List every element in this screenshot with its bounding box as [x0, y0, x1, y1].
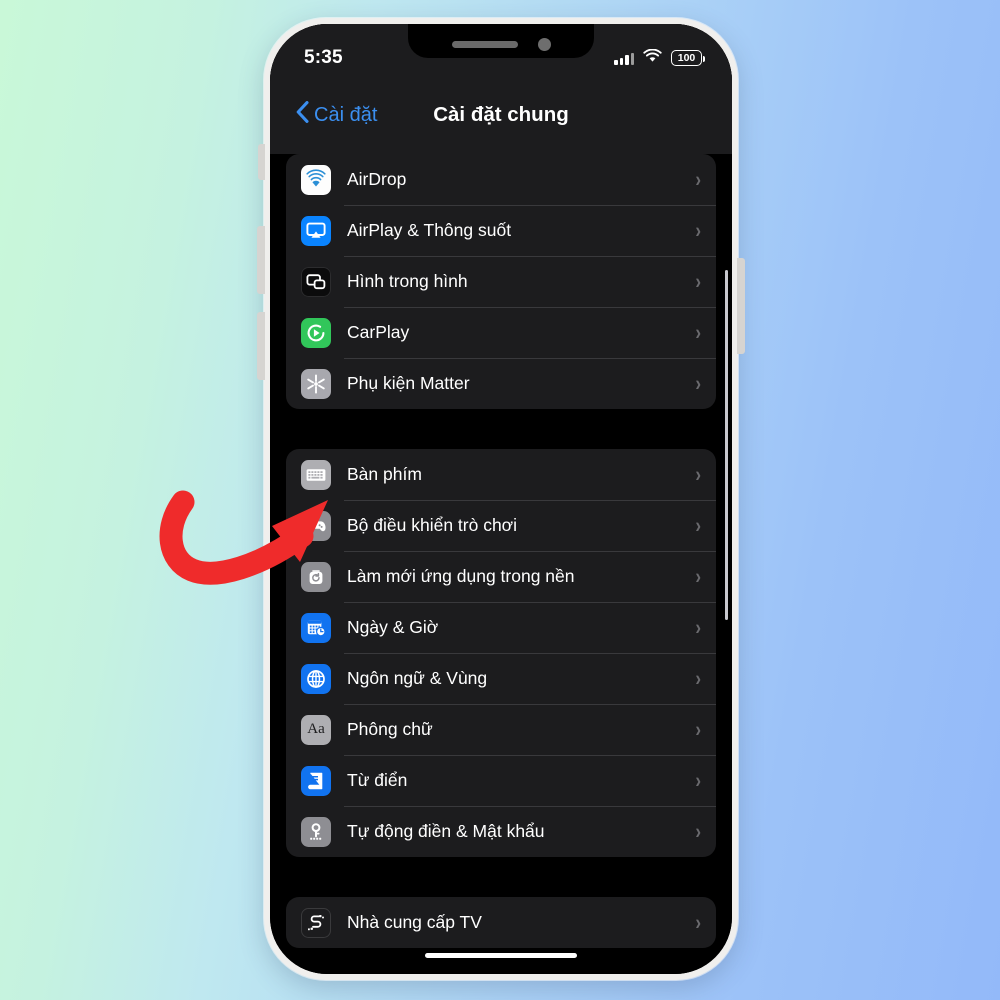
list-item-label: Bộ điều khiển trò chơi [347, 515, 518, 535]
list-item[interactable]: Hình trong hình › [286, 256, 716, 307]
volume-down-button[interactable] [257, 312, 265, 380]
list-item-label: Ngôn ngữ & Vùng [347, 668, 488, 688]
list-item-label: Nhà cung cấp TV [347, 912, 482, 932]
cellular-signal-icon [614, 52, 634, 65]
key-icon [301, 816, 331, 847]
battery-level: 100 [677, 51, 696, 64]
earpiece-speaker-icon [451, 40, 518, 48]
list-item-label: Ngày & Giờ [347, 617, 439, 637]
list-item[interactable]: Ngôn ngữ & Vùng › [286, 653, 716, 704]
settings-list[interactable]: AirDrop › AirPlay & Thông suốt › Hình tron… [270, 154, 732, 974]
list-item[interactable]: Nhà cung cấp TV › [286, 897, 716, 948]
status-time: 5:35 [304, 47, 343, 68]
list-item[interactable]: Bàn phím › [286, 449, 716, 500]
chevron-left-icon [296, 101, 309, 129]
list-item[interactable]: CarPlay › [286, 307, 716, 358]
list-item[interactable]: AirPlay & Thông suốt › [286, 205, 716, 256]
chevron-right-icon: › [695, 564, 701, 589]
background-refresh-icon [301, 561, 331, 592]
power-button[interactable] [737, 258, 745, 354]
group-system: Bàn phím › Bộ điều khiển trò chơi › Làm mớ… [286, 449, 716, 857]
notch [408, 24, 594, 58]
matter-icon [301, 368, 331, 399]
navigation-bar: Cài đặt Cài đặt chung [270, 76, 732, 154]
settings-groups: AirDrop › AirPlay & Thông suốt › Hình tron… [270, 154, 732, 948]
chevron-right-icon: › [695, 768, 701, 793]
chevron-right-icon: › [695, 371, 701, 396]
home-indicator[interactable] [425, 952, 577, 958]
silent-switch-button[interactable] [258, 144, 265, 180]
volume-up-button[interactable] [257, 226, 265, 294]
scrollbar[interactable] [724, 270, 728, 620]
carplay-icon [301, 317, 331, 348]
keyboard-icon [301, 459, 331, 490]
list-item-label: Từ điển [347, 770, 408, 790]
list-item-label: Phụ kiện Matter [347, 373, 470, 393]
list-item[interactable]: Phụ kiện Matter › [286, 358, 716, 409]
picture-in-picture-icon [301, 266, 331, 297]
chevron-right-icon: › [695, 910, 701, 935]
globe-icon [301, 663, 331, 694]
back-button-label: Cài đặt [314, 103, 378, 126]
status-icons: 100 [614, 48, 706, 68]
list-item[interactable]: AirDrop › [286, 154, 716, 205]
chevron-right-icon: › [695, 666, 701, 691]
list-item[interactable]: Tự động điền & Mật khẩu › [286, 806, 716, 857]
chevron-right-icon: › [695, 320, 701, 345]
chevron-right-icon: › [695, 513, 701, 538]
game-controller-icon [301, 510, 331, 541]
dictionary-icon [301, 765, 331, 796]
list-item-label: AirDrop [347, 169, 407, 189]
back-button[interactable]: Cài đặt [296, 101, 377, 129]
wifi-icon [643, 48, 662, 68]
front-camera-icon [537, 37, 551, 51]
list-item[interactable]: Bộ điều khiển trò chơi › [286, 500, 716, 551]
airdrop-icon [301, 164, 331, 195]
list-item[interactable]: Aa Phông chữ › [286, 704, 716, 755]
battery-icon: 100 [671, 50, 706, 66]
date-time-icon [301, 612, 331, 643]
tv-provider-icon [301, 907, 331, 938]
chevron-right-icon: › [695, 462, 701, 487]
fonts-icon: Aa [301, 714, 331, 745]
phone-screen: 5:35 100 Cài đặt Cài đặt chung AirDrop ›… [270, 24, 732, 974]
list-item[interactable]: Từ điển › [286, 755, 716, 806]
list-item-label: CarPlay [347, 322, 410, 342]
chevron-right-icon: › [695, 218, 701, 243]
chevron-right-icon: › [695, 269, 701, 294]
list-item-label: Làm mới ứng dụng trong nền [347, 566, 575, 586]
airplay-icon [301, 215, 331, 246]
list-item-label: Tự động điền & Mật khẩu [347, 821, 545, 841]
group-media: Nhà cung cấp TV › [286, 897, 716, 948]
chevron-right-icon: › [695, 717, 701, 742]
list-item[interactable]: Làm mới ứng dụng trong nền › [286, 551, 716, 602]
chevron-right-icon: › [695, 615, 701, 640]
chevron-right-icon: › [695, 819, 701, 844]
list-item[interactable]: Ngày & Giờ › [286, 602, 716, 653]
list-item-label: Bàn phím [347, 464, 422, 484]
group-connectivity: AirDrop › AirPlay & Thông suốt › Hình tron… [286, 154, 716, 409]
list-item-label: Hình trong hình [347, 271, 468, 291]
list-item-label: AirPlay & Thông suốt [347, 220, 512, 240]
phone-body: 5:35 100 Cài đặt Cài đặt chung AirDrop ›… [270, 24, 732, 974]
list-item-label: Phông chữ [347, 719, 433, 739]
chevron-right-icon: › [695, 167, 701, 192]
